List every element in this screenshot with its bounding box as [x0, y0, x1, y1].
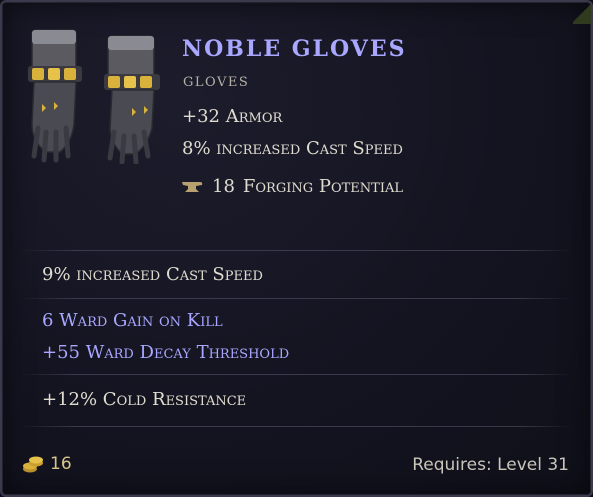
divider: [20, 250, 573, 251]
affix-ward-gain: 6 Ward Gain on Kill: [42, 310, 223, 331]
divider: [20, 426, 573, 427]
forging-potential-label: Forging Potential: [242, 176, 403, 197]
implicit-cast-speed-value: 8%: [182, 138, 211, 159]
implicit-cast-speed: 8% increased Cast Speed: [182, 138, 403, 159]
implicit-armor-label: Armor: [225, 106, 283, 127]
implicit-cast-speed-label: increased Cast Speed: [216, 138, 403, 159]
gold-coins-icon: [23, 456, 43, 473]
item-type: Gloves: [183, 70, 250, 91]
anvil-icon: [182, 181, 203, 192]
corner-ornament: [573, 2, 591, 24]
gold-value: 16: [22, 454, 72, 474]
gold-amount: 16: [50, 454, 72, 474]
implicit-armor-value: +32: [182, 106, 220, 127]
divider: [20, 374, 573, 375]
level-requirement: Requires: Level 31: [412, 455, 569, 475]
forging-potential-value: 18: [212, 176, 235, 197]
forging-potential: 18 Forging Potential: [180, 176, 403, 197]
divider: [20, 298, 573, 299]
affix-cast-speed: 9% increased Cast Speed: [42, 264, 263, 285]
affix-cold-resistance: +12% Cold Resistance: [42, 389, 247, 410]
item-tooltip: Noble Gloves Gloves +32 Armor 8% increas…: [0, 0, 593, 497]
affix-ward-decay: +55 Ward Decay Threshold: [42, 342, 290, 363]
item-name: Noble Gloves: [182, 36, 407, 62]
implicit-armor: +32 Armor: [182, 106, 282, 127]
gloves-icon: [28, 29, 160, 164]
